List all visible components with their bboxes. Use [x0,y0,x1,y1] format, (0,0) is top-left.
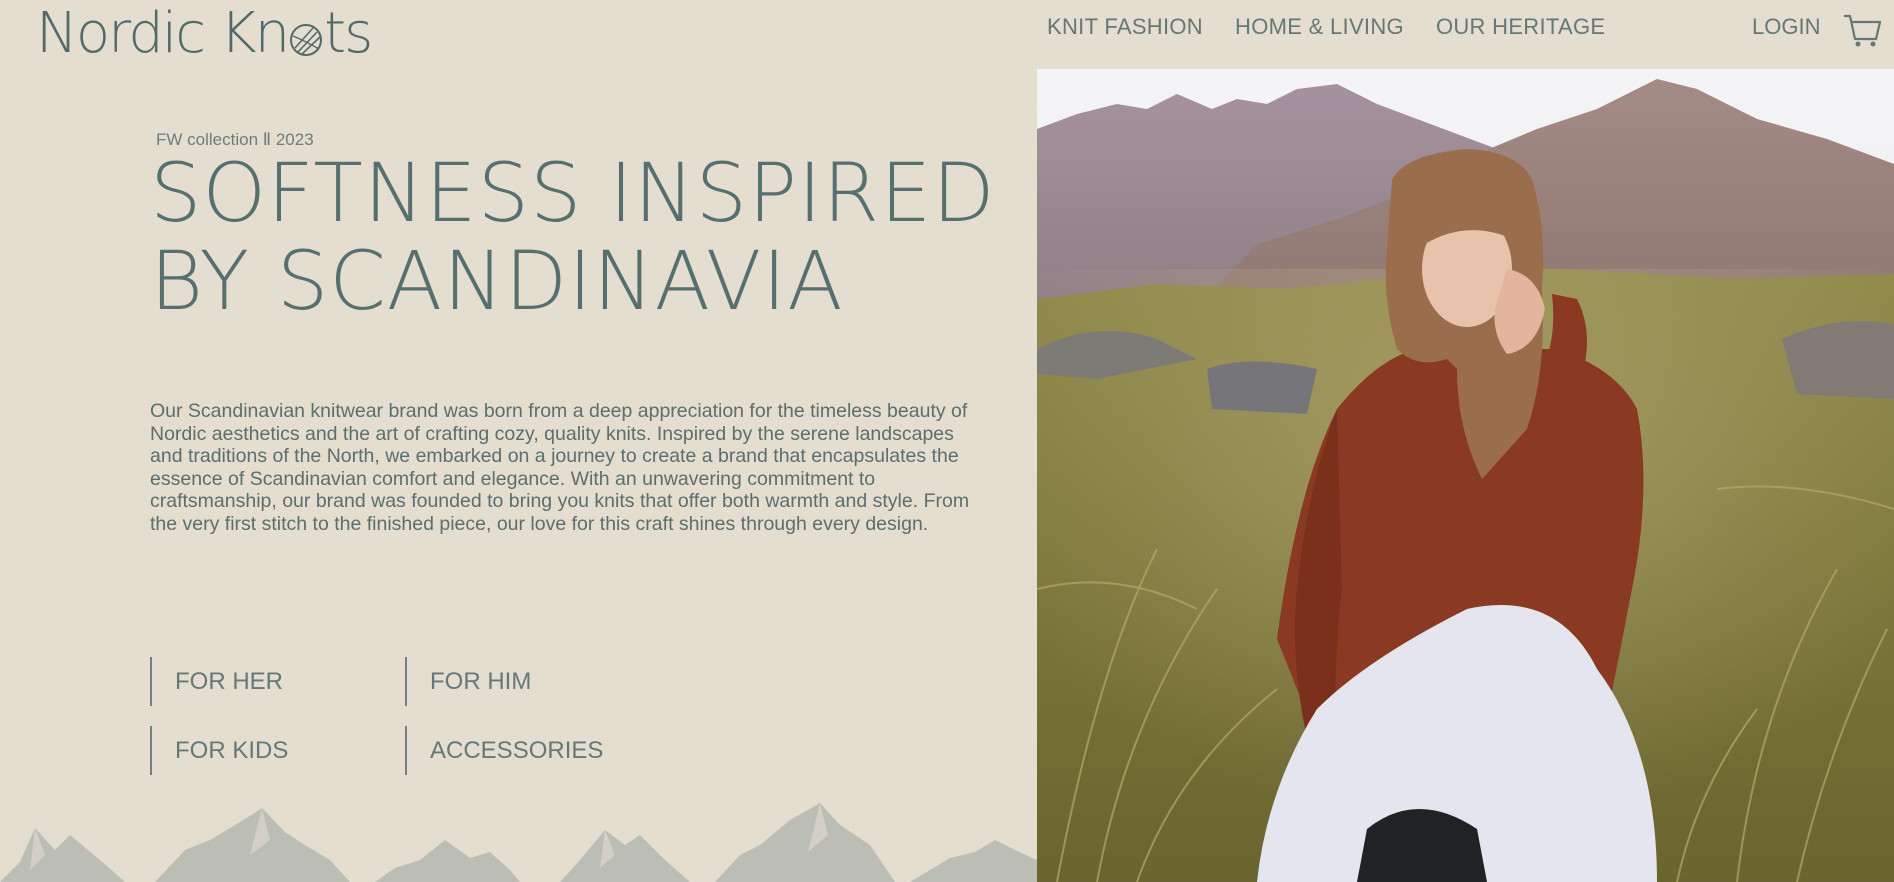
yarn-ball-icon [290,24,323,56]
nav-item-our-heritage[interactable]: OUR HERITAGE [1436,14,1605,40]
mountain-silhouette-decoration [0,803,1037,882]
brand-logo[interactable]: Nordic Kn ts [36,1,373,66]
main-nav: KNIT FASHION HOME & LIVING OUR HERITAGE [1047,14,1605,40]
category-for-kids[interactable]: FOR KIDS [150,726,350,775]
headline-line-1: SOFTNESS INSPIRED [150,147,996,241]
logo-text-end: ts [324,1,373,66]
nav-item-knit-fashion[interactable]: KNIT FASHION [1047,14,1203,40]
shopping-cart-icon[interactable] [1843,13,1883,49]
top-bar: Nordic Kn ts KNIT FASHION HOME & LIVING … [0,0,1894,69]
category-accessories[interactable]: ACCESSORIES [405,726,605,775]
hero-headline: SOFTNESS INSPIRED BY SCANDINAVIA [150,150,996,326]
nav-item-home-living[interactable]: HOME & LIVING [1235,14,1404,40]
hero-photo [1037,69,1894,882]
logo-text-start: Nordic Kn [36,1,290,66]
brand-intro-text: Our Scandinavian knitwear brand was born… [150,400,970,535]
login-link[interactable]: LOGIN [1752,14,1820,40]
headline-line-2: BY SCANDINAVIA [150,235,844,329]
category-for-her[interactable]: FOR HER [150,657,350,706]
category-for-him[interactable]: FOR HIM [405,657,605,706]
category-links: FOR HER FOR HIM FOR KIDS ACCESSORIES [150,657,710,775]
hero-photo-illustration [1037,69,1894,882]
